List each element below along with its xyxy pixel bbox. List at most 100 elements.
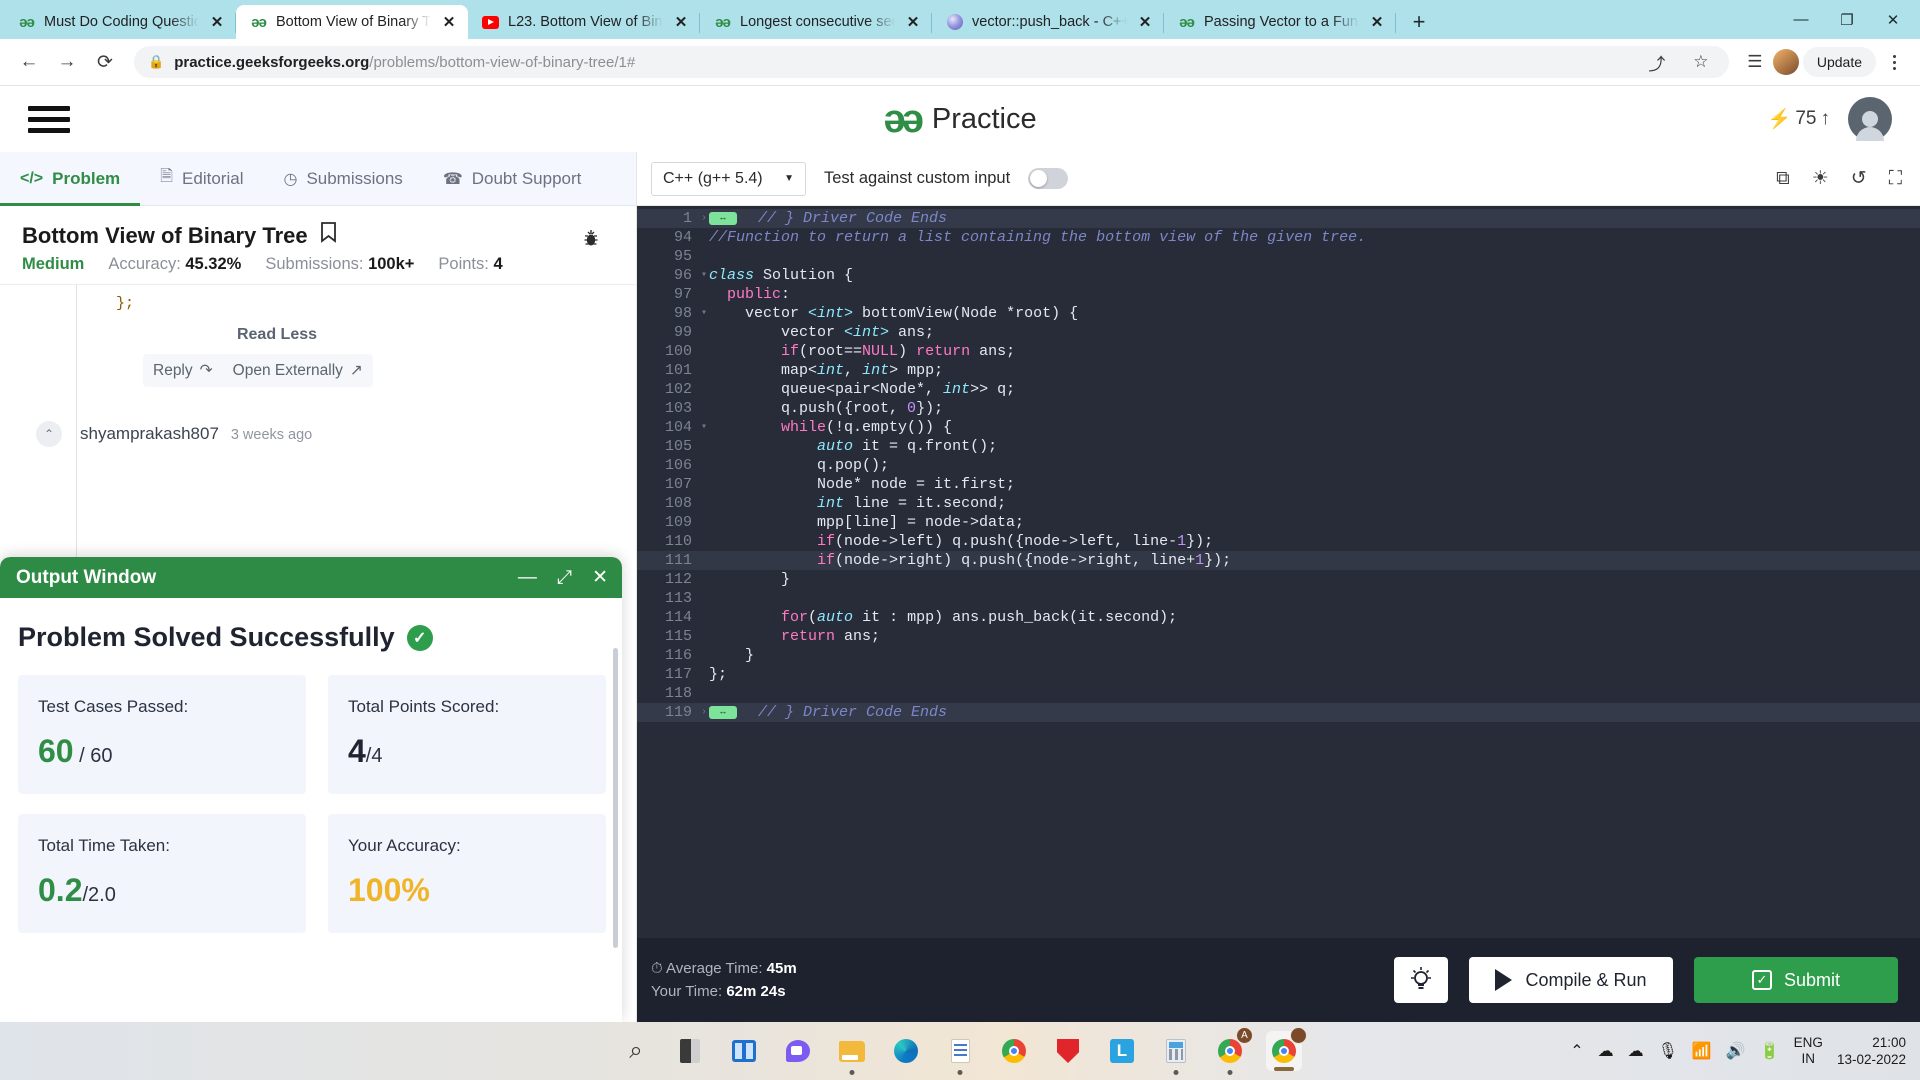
streak-indicator[interactable]: ⚡ 75 ↑: [1768, 107, 1830, 131]
tab-editorial[interactable]: 🗎 Editorial: [140, 152, 263, 206]
code-line[interactable]: 102 queue<pair<Node*, int>> q;: [637, 380, 1920, 399]
chrome-profile-active-icon[interactable]: [1266, 1027, 1307, 1071]
share-icon[interactable]: ⤴: [1643, 48, 1671, 76]
address-bar[interactable]: 🔒 practice.geeksforgeeks.org/problems/bo…: [134, 46, 1729, 78]
brand[interactable]: əə Practice: [883, 99, 1036, 139]
tab-doubt-support[interactable]: ☎ Doubt Support: [423, 152, 602, 206]
sync-icon[interactable]: ☁: [1628, 1041, 1644, 1061]
forward-icon[interactable]: →: [50, 45, 84, 79]
code-line[interactable]: 112 }: [637, 570, 1920, 589]
file-explorer-icon[interactable]: [834, 1031, 870, 1071]
code-line[interactable]: 1 › ↔ // } Driver Code Ends: [637, 209, 1920, 228]
report-bug-icon[interactable]: [582, 228, 600, 254]
browser-tab-active[interactable]: ǝǝ Bottom View of Binary Tree ✕: [236, 5, 468, 39]
linkedin-icon[interactable]: L: [1104, 1031, 1140, 1071]
code-line[interactable]: 107 Node* node = it.first;: [637, 475, 1920, 494]
submit-button[interactable]: ✓ Submit: [1694, 957, 1898, 1003]
fold-arrow-icon[interactable]: ▾: [699, 266, 709, 285]
network-icon[interactable]: 📶: [1692, 1041, 1712, 1061]
notes-icon[interactable]: [942, 1031, 978, 1071]
code-line[interactable]: 101 map<int, int> mpp;: [637, 361, 1920, 380]
browser-tab[interactable]: L23. Bottom View of Binary ✕: [468, 5, 700, 39]
zoom-icon[interactable]: [780, 1031, 816, 1071]
chevron-up-icon[interactable]: ⌃: [1570, 1041, 1583, 1061]
minimize-icon[interactable]: —: [1778, 0, 1824, 39]
code-line[interactable]: 108 int line = it.second;: [637, 494, 1920, 513]
code-line[interactable]: 114 for(auto it : mpp) ans.push_back(it.…: [637, 608, 1920, 627]
code-line[interactable]: 117};: [637, 665, 1920, 684]
close-icon[interactable]: ✕: [592, 568, 608, 587]
clock[interactable]: 21:00 13-02-2022: [1837, 1034, 1906, 1068]
code-line[interactable]: 113: [637, 589, 1920, 608]
user-avatar[interactable]: [1848, 97, 1892, 141]
code-line[interactable]: 119 › ↔ // } Driver Code Ends: [637, 703, 1920, 722]
close-window-icon[interactable]: ✕: [1870, 0, 1916, 39]
read-less-button[interactable]: Read Less: [88, 312, 466, 354]
close-icon[interactable]: ✕: [440, 13, 458, 31]
code-line[interactable]: 109 mpp[line] = node->data;: [637, 513, 1920, 532]
browser-tab[interactable]: ǝǝ Longest consecutive seque ✕: [700, 5, 932, 39]
browser-tab[interactable]: ǝǝ Must Do Coding Questions ✕: [4, 5, 236, 39]
code-line[interactable]: 94 //Function to return a list containing…: [637, 228, 1920, 247]
code-line[interactable]: 116 }: [637, 646, 1920, 665]
code-line[interactable]: 115 return ans;: [637, 627, 1920, 646]
code-line[interactable]: 110 if(node->left) q.push({node->left, l…: [637, 532, 1920, 551]
code-line[interactable]: 99 vector <int> ans;: [637, 323, 1920, 342]
code-editor[interactable]: 1 › ↔ // } Driver Code Ends 94//Function to…: [637, 206, 1920, 938]
code-line[interactable]: 97 public:: [637, 285, 1920, 304]
volume-icon[interactable]: 🔊: [1726, 1041, 1746, 1061]
output-window-scrollbar[interactable]: [613, 648, 618, 948]
language-indicator[interactable]: ENG IN: [1794, 1035, 1823, 1067]
onedrive-icon[interactable]: ☁: [1598, 1041, 1614, 1061]
battery-icon[interactable]: 🔋: [1760, 1041, 1780, 1061]
update-button[interactable]: Update: [1802, 47, 1876, 77]
compile-run-button[interactable]: Compile & Run: [1469, 957, 1673, 1003]
calculator-icon[interactable]: [1158, 1031, 1194, 1071]
custom-input-toggle[interactable]: [1028, 168, 1069, 189]
browser-tab[interactable]: ǝǝ Passing Vector to a Functio ✕: [1164, 5, 1396, 39]
chrome-icon[interactable]: [996, 1031, 1032, 1071]
collections-icon[interactable]: ☰: [1741, 48, 1769, 76]
search-icon[interactable]: ⌕: [618, 1031, 654, 1071]
minimize-icon[interactable]: —: [518, 568, 537, 587]
code-line[interactable]: 100 if(root==NULL) return ans;: [637, 342, 1920, 361]
code-line[interactable]: 98 ▾ vector <int> bottomView(Node *root) …: [637, 304, 1920, 323]
open-externally-button[interactable]: Open Externally ↗: [223, 354, 373, 387]
fullscreen-icon[interactable]: ⛶: [1889, 169, 1902, 188]
code-line[interactable]: 106 q.pop();: [637, 456, 1920, 475]
chevron-up-icon[interactable]: ⌃: [36, 421, 62, 447]
tab-problem[interactable]: </> Problem: [0, 152, 141, 206]
fold-arrow-icon[interactable]: ▾: [699, 304, 709, 323]
browser-tab[interactable]: vector::push_back - C++ Re ✕: [932, 5, 1164, 39]
browser-menu-icon[interactable]: [1880, 54, 1908, 70]
fold-arrow-icon[interactable]: ›: [699, 703, 709, 722]
bookmark-star-icon[interactable]: ☆: [1687, 48, 1715, 76]
bookmark-icon[interactable]: [320, 222, 337, 249]
problem-content-scroll[interactable]: }; Read Less Reply ↷ Open Externally ↗ ⌃…: [0, 284, 636, 1022]
office-icon[interactable]: [672, 1031, 708, 1071]
code-line[interactable]: 105 auto it = q.front();: [637, 437, 1920, 456]
fold-arrow-icon[interactable]: ▾: [699, 418, 709, 437]
edge-icon[interactable]: [888, 1031, 924, 1071]
close-icon[interactable]: ✕: [904, 13, 922, 31]
expand-icon[interactable]: ⤢: [557, 568, 572, 587]
new-tab-button[interactable]: +: [1404, 7, 1434, 37]
reload-icon[interactable]: ⟳: [88, 45, 122, 79]
chrome-profile-a-icon[interactable]: A: [1212, 1027, 1253, 1071]
code-line[interactable]: 103 q.push({root, 0});: [637, 399, 1920, 418]
snap-panel-icon[interactable]: [726, 1031, 762, 1071]
close-icon[interactable]: ✕: [1368, 13, 1386, 31]
theme-icon[interactable]: ☀: [1812, 169, 1829, 188]
code-line[interactable]: 96 ▾ class Solution {: [637, 266, 1920, 285]
profile-avatar[interactable]: [1772, 49, 1799, 75]
mic-icon[interactable]: 🎙: [1658, 1041, 1678, 1061]
fold-arrow-icon[interactable]: ›: [699, 209, 709, 228]
code-line[interactable]: 111 if(node->right) q.push({node->right,…: [637, 551, 1920, 570]
code-line[interactable]: 104 ▾ while(!q.empty()) {: [637, 418, 1920, 437]
language-select[interactable]: C++ (g++ 5.4) ▼: [651, 161, 806, 196]
code-line[interactable]: 95: [637, 247, 1920, 266]
back-icon[interactable]: ←: [12, 45, 46, 79]
close-icon[interactable]: ✕: [208, 13, 226, 31]
mcafee-icon[interactable]: [1050, 1031, 1086, 1071]
close-icon[interactable]: ✕: [672, 13, 690, 31]
